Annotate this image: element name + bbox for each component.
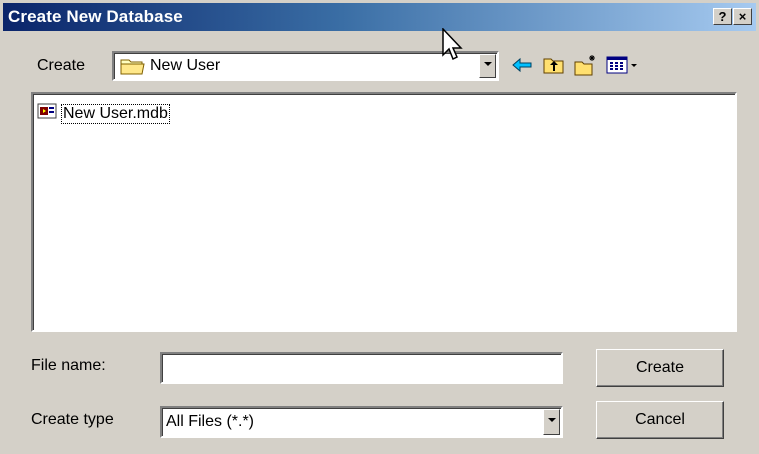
help-button[interactable]: ? bbox=[713, 8, 732, 25]
chevron-down-icon bbox=[484, 62, 492, 66]
close-button[interactable]: × bbox=[733, 8, 752, 25]
folder-icon bbox=[120, 56, 146, 81]
create-type-combo[interactable]: All Files (*.*) bbox=[160, 406, 563, 438]
back-arrow-icon[interactable] bbox=[509, 52, 535, 78]
location-label: Create bbox=[37, 57, 86, 74]
list-item[interactable]: New User.mdb bbox=[37, 102, 170, 125]
create-new-database-dialog: Create New Database ? × Create New User bbox=[0, 0, 759, 454]
file-name-field[interactable] bbox=[160, 352, 563, 384]
create-button[interactable]: Create bbox=[596, 349, 724, 387]
mouse-cursor-icon bbox=[441, 27, 465, 69]
access-database-icon bbox=[37, 102, 59, 125]
chevron-down-icon bbox=[548, 418, 556, 422]
dialog-title: Create New Database bbox=[8, 7, 183, 26]
location-value: New User bbox=[150, 57, 221, 74]
create-new-folder-icon[interactable] bbox=[573, 52, 599, 78]
title-bar[interactable]: Create New Database ? × bbox=[3, 3, 756, 31]
create-type-value: All Files (*.*) bbox=[166, 413, 255, 430]
file-name-label: File name: bbox=[31, 357, 106, 374]
location-dropdown-button[interactable] bbox=[479, 54, 496, 78]
view-menu-icon[interactable] bbox=[605, 52, 641, 78]
create-type-label: Create type bbox=[31, 411, 114, 428]
file-list[interactable]: New User.mdb bbox=[31, 92, 737, 332]
create-type-dropdown-button[interactable] bbox=[543, 409, 560, 435]
cancel-button[interactable]: Cancel bbox=[596, 401, 724, 439]
file-name: New User.mdb bbox=[61, 103, 170, 124]
up-one-level-icon[interactable] bbox=[541, 52, 567, 78]
